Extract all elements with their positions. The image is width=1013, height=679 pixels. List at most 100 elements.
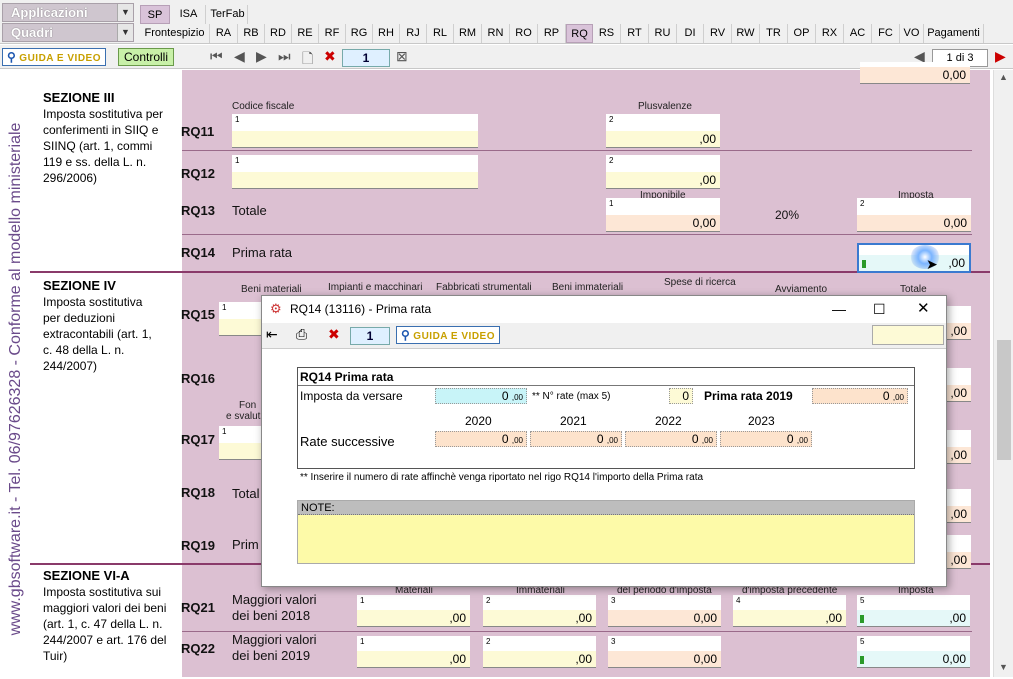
tab-rg[interactable]: RG — [346, 24, 373, 43]
applicazioni-select[interactable]: Applicazioni ▼ — [2, 3, 134, 22]
tab-rs[interactable]: RS — [593, 24, 621, 43]
row-label-rq21: RQ21 — [181, 600, 215, 615]
scroll-down-icon[interactable]: ▼ — [999, 662, 1008, 672]
print-icon[interactable]: ⎙ — [296, 326, 307, 343]
tab-ra[interactable]: RA — [210, 24, 238, 43]
rq11-plusvalenze-field[interactable]: 2,00 — [606, 114, 720, 148]
delete-page-icon[interactable]: ✖ — [324, 48, 336, 65]
tab-rd[interactable]: RD — [265, 24, 292, 43]
goto-page-icon[interactable]: ⊠ — [396, 48, 408, 65]
app-icon: ⚙ — [270, 301, 282, 316]
rq21-field-4[interactable]: 4,00 — [733, 595, 846, 627]
delete-icon[interactable]: ✖ — [328, 326, 340, 343]
header-beni-materiali: Beni materiali — [241, 284, 302, 295]
field-value: ,00 — [949, 611, 966, 625]
quadri-select[interactable]: Quadri ▼ — [2, 23, 134, 42]
tab-rv[interactable]: RV — [704, 24, 732, 43]
tab-vo[interactable]: VO — [900, 24, 924, 43]
nrate-label: ** N° rate (max 5) — [532, 391, 611, 402]
scrollbar-thumb[interactable] — [997, 340, 1011, 460]
chevron-down-icon[interactable]: ▼ — [117, 24, 133, 41]
new-page-icon[interactable]: 🗋 — [302, 48, 313, 72]
tab-rh[interactable]: RH — [373, 24, 400, 43]
tab-rq[interactable]: RQ — [566, 24, 593, 43]
nrate-field[interactable]: 0 — [669, 388, 693, 404]
tab-op[interactable]: OP — [788, 24, 816, 43]
rq17-totale-field[interactable]: ,00 — [946, 430, 971, 464]
rq12-plusvalenze-field[interactable]: 2,00 — [606, 155, 720, 189]
maximize-icon[interactable]: ☐ — [873, 296, 886, 322]
dialog-guida-video-button[interactable]: ⚲ GUIDA E VIDEO — [396, 326, 500, 344]
rq13-imponibile-field[interactable]: 1 0,00 — [606, 198, 720, 232]
tab-rw[interactable]: RW — [732, 24, 760, 43]
tab-rl[interactable]: RL — [427, 24, 454, 43]
note-area[interactable]: NOTE: — [297, 500, 915, 564]
next-module-icon[interactable]: ▶ — [995, 48, 1006, 65]
rq15-field-1[interactable]: 1 — [219, 302, 264, 336]
first-page-icon[interactable]: ⏮ — [210, 48, 223, 65]
tab-rn[interactable]: RN — [482, 24, 510, 43]
tab-row1-2[interactable]: TerFab — [208, 5, 248, 24]
tab-rm[interactable]: RM — [454, 24, 482, 43]
rata-value: 0 — [596, 432, 604, 446]
rq17-field-1[interactable]: 1 — [219, 426, 264, 460]
tab-re[interactable]: RE — [292, 24, 319, 43]
prev-page-icon[interactable]: ◀ — [234, 48, 245, 65]
tab-rj[interactable]: RJ — [400, 24, 427, 43]
rq13-text: Totale — [232, 203, 267, 218]
rq15-totale-field[interactable]: ,00 — [946, 306, 971, 340]
header-beni-immateriali: Beni immateriali — [552, 282, 624, 293]
dialog-page-field[interactable]: 1 — [350, 327, 390, 345]
last-page-icon[interactable]: ⏭ — [278, 48, 291, 65]
prev-row-field[interactable]: 0,00 — [860, 62, 970, 84]
rq16-totale-field[interactable]: ,00 — [946, 368, 971, 402]
tab-tr[interactable]: TR — [760, 24, 788, 43]
scroll-up-icon[interactable]: ▲ — [999, 72, 1008, 82]
tab-ro[interactable]: RO — [510, 24, 538, 43]
rq13-imposta-field[interactable]: 2 0,00 — [857, 198, 971, 232]
section-divider — [30, 271, 990, 273]
close-icon[interactable]: ✕ — [917, 296, 930, 322]
rq21-field-5[interactable]: 5,00 — [857, 595, 970, 627]
tab-frontespizio[interactable]: Frontespizio — [140, 24, 210, 43]
field-value: ,00 — [950, 324, 967, 338]
section-4-label: SEZIONE IV Imposta sostitutiva per deduzi… — [43, 278, 161, 374]
rq22-field-1[interactable]: 1,00 — [357, 636, 470, 668]
tab-ru[interactable]: RU — [649, 24, 677, 43]
rq12-codice-fiscale-field[interactable]: 1 — [232, 155, 478, 189]
next-page-icon[interactable]: ▶ — [256, 48, 267, 65]
rq22-field-5[interactable]: 5 0,00 — [857, 636, 970, 668]
imposta-field[interactable]: 0 ,00 — [435, 388, 527, 404]
rq22-field-3[interactable]: 3 0,00 — [608, 636, 721, 668]
guida-video-button[interactable]: ⚲ GUIDA E VIDEO — [2, 48, 106, 66]
row-divider — [182, 234, 972, 235]
rq18-totale-field[interactable]: ,00 — [946, 489, 971, 523]
tab-ac[interactable]: AC — [844, 24, 872, 43]
exit-icon[interactable]: ⇤ — [266, 326, 278, 343]
tab-rx[interactable]: RX — [816, 24, 844, 43]
field-value: 0,00 — [692, 216, 716, 230]
tab-rt[interactable]: RT — [621, 24, 649, 43]
tab-rb[interactable]: RB — [238, 24, 265, 43]
tab-rp[interactable]: RP — [538, 24, 566, 43]
tab-fc[interactable]: FC — [872, 24, 900, 43]
minimize-icon[interactable]: — — [832, 296, 846, 322]
rq21-field-3[interactable]: 3 0,00 — [608, 595, 721, 627]
tab-di[interactable]: DI — [677, 24, 704, 43]
vertical-scrollbar[interactable]: ▲ ▼ — [993, 70, 1013, 677]
dec: ,00 — [511, 393, 523, 402]
chevron-down-icon[interactable]: ▼ — [117, 4, 133, 21]
rq22-field-2[interactable]: 2,00 — [483, 636, 596, 668]
row-divider — [182, 150, 972, 151]
tab-row1-1[interactable]: ISA — [172, 5, 206, 24]
page-number-field[interactable]: 1 — [342, 49, 390, 67]
tab-row1-0[interactable]: SP — [140, 5, 170, 24]
rq19-totale-field[interactable]: ,00 — [946, 535, 971, 569]
rq11-codice-fiscale-field[interactable]: 1 — [232, 114, 478, 148]
tab-pagamenti[interactable]: Pagamenti — [924, 24, 984, 43]
rq21-field-1[interactable]: 1,00 — [357, 595, 470, 627]
guida-label: GUIDA E VIDEO — [19, 53, 101, 64]
controlli-button[interactable]: Controlli — [118, 48, 175, 66]
rq21-field-2[interactable]: 2,00 — [483, 595, 596, 627]
tab-rf[interactable]: RF — [319, 24, 346, 43]
